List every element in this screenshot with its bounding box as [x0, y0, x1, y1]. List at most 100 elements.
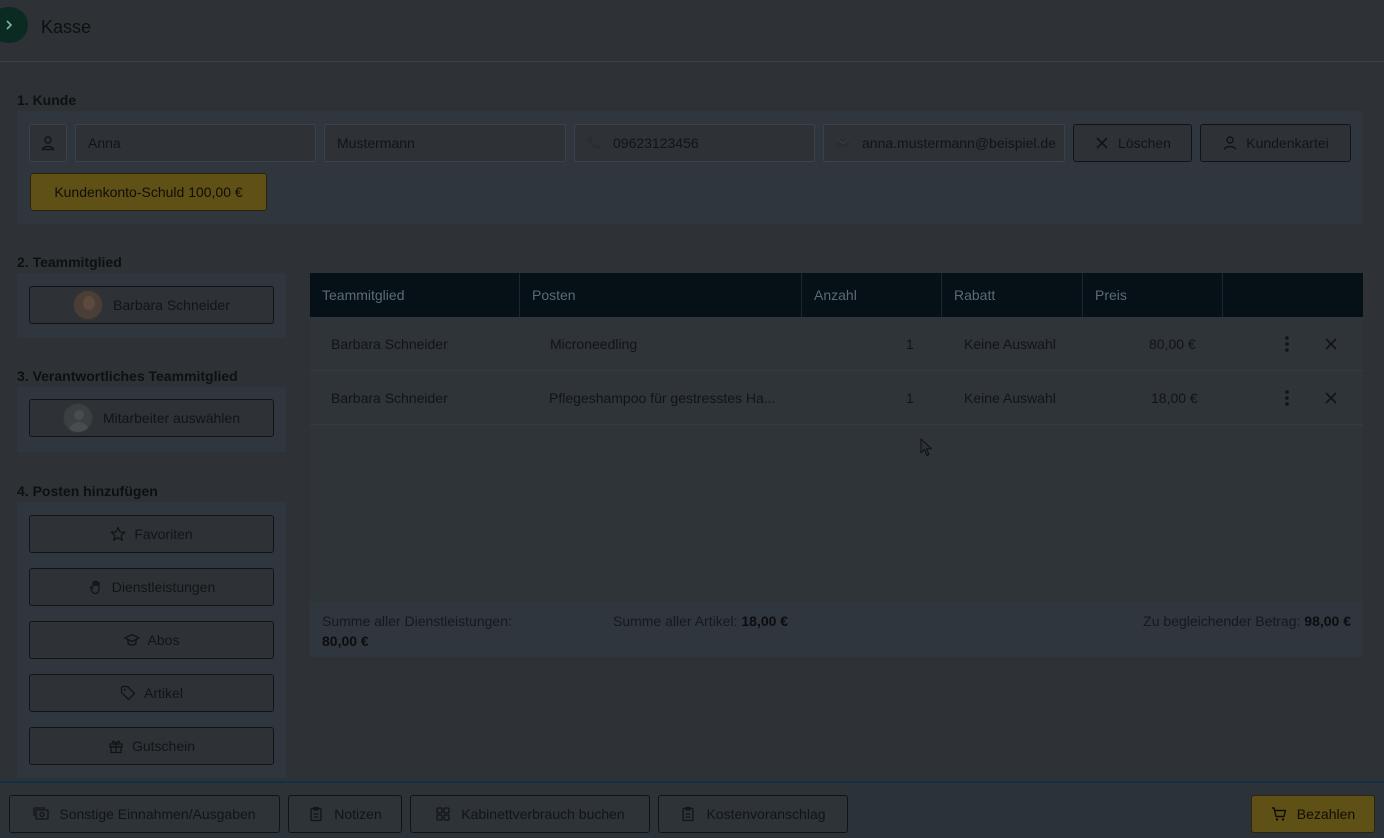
avatar-placeholder — [63, 403, 94, 433]
team-member-select-button[interactable]: Barbara Schneider — [29, 286, 274, 324]
column-header-member: Teammitglied — [310, 273, 520, 317]
pay-button[interactable]: Bezahlen — [1251, 795, 1375, 833]
table-row[interactable]: Barbara Schneider Pflegeshampoo für gest… — [310, 371, 1363, 425]
articles-sum-value: 18,00 € — [741, 613, 789, 629]
pay-label: Bezahlen — [1296, 806, 1356, 822]
column-header-item: Posten — [520, 273, 802, 317]
person-icon — [41, 136, 55, 151]
row-quantity[interactable]: 1 — [906, 371, 914, 425]
row-item: Microneedling — [550, 336, 638, 352]
first-name-field[interactable]: Anna — [75, 124, 316, 162]
row-quantity[interactable]: 1 — [906, 317, 914, 371]
phone-value: 09623123456 — [613, 135, 699, 151]
phone-icon — [587, 136, 605, 150]
section-label-add-items: 4. Posten hinzufügen — [17, 483, 158, 499]
delete-customer-label: Löschen — [1118, 135, 1171, 151]
other-income-expenses-button[interactable]: Sonstige Einnahmen/Ausgaben — [9, 795, 280, 833]
mail-icon — [836, 137, 854, 149]
phone-field[interactable]: 09623123456 — [574, 124, 815, 162]
row-item: Pflegeshampoo für gestresstes Ha... — [549, 390, 776, 406]
chevron-right-icon — [6, 20, 13, 30]
column-header-quantity: Anzahl — [802, 273, 942, 317]
person-icon — [1224, 136, 1237, 150]
services-sum: Summe aller Dienstleistungen: 80,00 € — [322, 611, 512, 651]
table-row[interactable]: Barbara Schneider Microneedling 1 Keine … — [310, 317, 1363, 371]
column-header-price: Preis — [1083, 273, 1223, 317]
customer-debt-label: Kundenkonto-Schuld 100,00 € — [54, 184, 243, 200]
section-label-team-member: 2. Teammitglied — [17, 254, 122, 270]
voucher-label: Gutschein — [131, 738, 196, 754]
customer-debt-button[interactable]: Kundenkonto-Schuld 100,00 € — [30, 173, 267, 211]
services-label: Dienstleistungen — [111, 579, 216, 595]
notes-button[interactable]: Notizen — [288, 795, 402, 833]
customer-record-label: Kundenkartei — [1246, 135, 1329, 151]
row-discount[interactable]: Keine Auswahl — [964, 371, 1056, 425]
total-sum-value: 98,00 € — [1304, 613, 1351, 629]
total-sum-label: Zu begleichender Betrag: — [1143, 613, 1301, 629]
avatar — [73, 290, 104, 320]
items-table: Teammitglied Posten Anzahl Rabatt Preis … — [310, 273, 1363, 657]
responsible-label: Mitarbeiter auswählen — [103, 410, 240, 426]
other-income-expenses-label: Sonstige Einnahmen/Ausgaben — [59, 806, 256, 822]
subscriptions-label: Abos — [147, 632, 180, 648]
row-member: Barbara Schneider — [331, 336, 448, 352]
notes-label: Notizen — [334, 806, 382, 822]
last-name-field[interactable]: Mustermann — [324, 124, 566, 162]
gift-icon — [109, 740, 123, 754]
totals-summary: Summe aller Dienstleistungen: 80,00 € Su… — [310, 602, 1363, 657]
favorites-button[interactable]: Favoriten — [29, 515, 274, 553]
cabin-consumption-button[interactable]: Kabinettverbrauch buchen — [410, 795, 650, 833]
row-price: 18,00 € — [1151, 390, 1198, 406]
clipboard-icon — [682, 806, 695, 822]
total-sum: Zu begleichender Betrag: 98,00 € — [1143, 611, 1351, 631]
more-options-icon[interactable] — [1275, 386, 1299, 410]
column-header-discount: Rabatt — [942, 273, 1083, 317]
services-sum-label: Summe aller Dienstleistungen: — [322, 613, 512, 629]
responsible-select-button[interactable]: Mitarbeiter auswählen — [29, 399, 274, 437]
favorites-label: Favoriten — [134, 526, 193, 542]
articles-label: Artikel — [144, 685, 183, 701]
cash-register-icon — [33, 807, 50, 820]
articles-sum: Summe aller Artikel: 18,00 € — [613, 611, 788, 631]
close-icon — [1096, 137, 1108, 149]
first-name-value: Anna — [88, 135, 121, 151]
subscriptions-button[interactable]: Abos — [29, 621, 274, 659]
hand-icon — [89, 580, 100, 595]
voucher-button[interactable]: Gutschein — [29, 727, 274, 765]
cart-icon — [1271, 807, 1286, 821]
graduation-cap-icon — [123, 633, 140, 646]
column-header-actions — [1223, 273, 1363, 317]
last-name-value: Mustermann — [337, 135, 415, 151]
mouse-cursor-icon — [920, 438, 933, 457]
customer-record-button[interactable]: Kundenkartei — [1200, 124, 1351, 162]
row-price: 80,00 € — [1149, 336, 1196, 352]
sidebar-toggle-button[interactable] — [0, 7, 28, 43]
articles-sum-label: Summe aller Artikel: — [613, 613, 738, 629]
delete-customer-button[interactable]: Löschen — [1073, 124, 1192, 162]
more-options-icon[interactable] — [1275, 332, 1299, 356]
table-header: Teammitglied Posten Anzahl Rabatt Preis — [310, 273, 1363, 317]
remove-row-icon[interactable] — [1319, 386, 1343, 410]
star-icon — [110, 526, 126, 541]
cost-estimate-button[interactable]: Kostenvoranschlag — [658, 795, 848, 833]
grid-icon — [436, 807, 450, 821]
services-sum-value: 80,00 € — [322, 633, 369, 649]
email-field[interactable]: anna.mustermann@beispiel.de — [823, 124, 1065, 162]
top-bar: Kasse — [0, 0, 1384, 62]
clipboard-icon — [310, 806, 322, 822]
cabin-consumption-label: Kabinettverbrauch buchen — [461, 806, 625, 822]
bottom-action-bar: Sonstige Einnahmen/Ausgaben Notizen Kabi… — [0, 781, 1384, 838]
cost-estimate-label: Kostenvoranschlag — [706, 806, 826, 822]
row-member: Barbara Schneider — [331, 390, 448, 406]
team-member-label: Barbara Schneider — [113, 297, 230, 313]
section-label-customer: 1. Kunde — [17, 92, 77, 108]
email-value: anna.mustermann@beispiel.de — [862, 135, 1056, 151]
articles-button[interactable]: Artikel — [29, 674, 274, 712]
section-label-responsible: 3. Verantwortliches Teammitglied — [17, 368, 238, 384]
remove-row-icon[interactable] — [1319, 332, 1343, 356]
row-discount[interactable]: Keine Auswahl — [964, 317, 1056, 371]
tag-icon — [120, 685, 136, 701]
services-button[interactable]: Dienstleistungen — [29, 568, 274, 606]
customer-search-button[interactable] — [29, 124, 67, 162]
page-title: Kasse — [41, 17, 92, 37]
